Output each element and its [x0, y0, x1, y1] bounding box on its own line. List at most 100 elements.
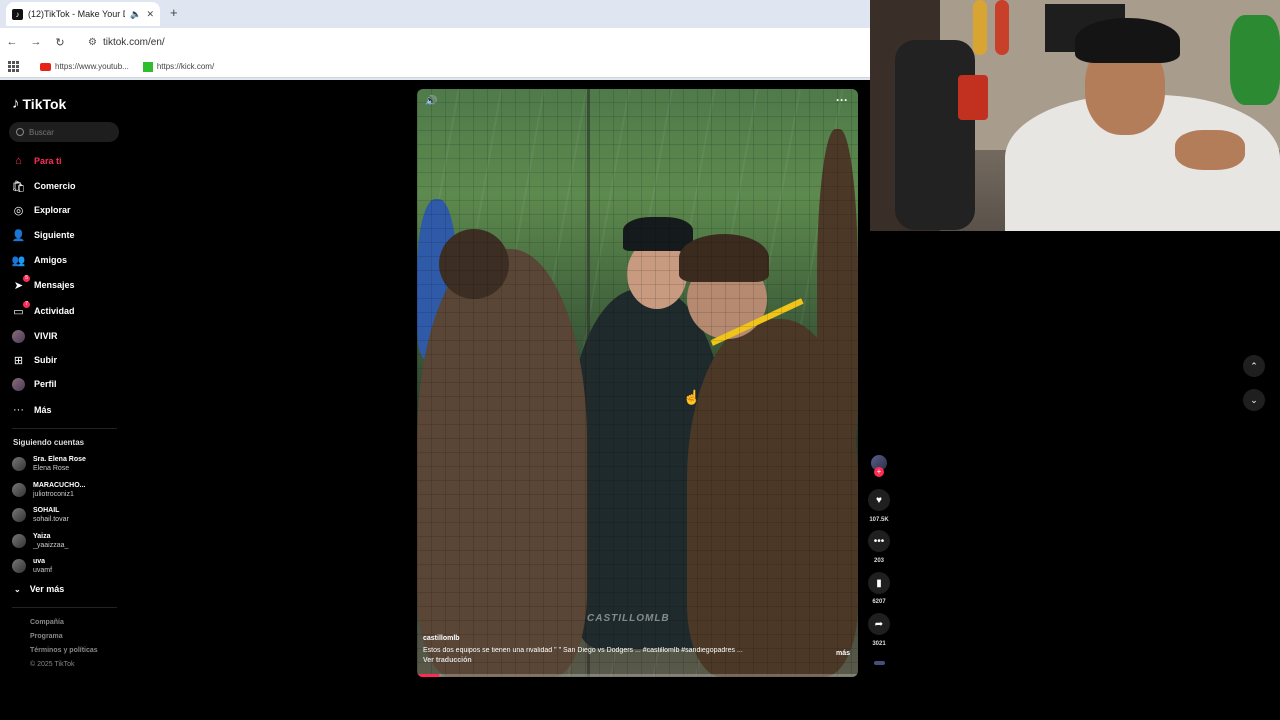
share-arrow-icon[interactable]: ➦ [868, 613, 890, 635]
apps-grid-icon[interactable] [8, 60, 20, 73]
caption-more-link[interactable]: más [836, 650, 850, 657]
account-name: SOHAIL [33, 507, 60, 514]
following-section-title: Siguiendo cuentas [13, 438, 85, 447]
logo-text: TikTok [22, 95, 67, 112]
nav-label: Comercio [34, 181, 76, 191]
like-heart-icon[interactable]: ♥ [868, 489, 890, 511]
nav-label: Amigos [34, 255, 68, 265]
nav-subir[interactable]: ⊞ Subir [12, 352, 57, 368]
nav-mensajes[interactable]: ➤ 5 Mensajes [12, 274, 75, 293]
nav-label: VIVIR [34, 331, 58, 341]
webcam-skateboard [973, 0, 987, 55]
webcam-green-figure [1230, 15, 1280, 105]
video-player[interactable]: CASTILLOMLB 🔊 ··· ☝ castillomlb Estos do… [417, 89, 858, 677]
search-icon [16, 128, 24, 136]
nav-perfil[interactable]: Perfil [12, 376, 57, 392]
video-watermark: CASTILLOMLB [587, 613, 670, 624]
following-icon: 👤 [11, 229, 26, 242]
tiktok-favicon-icon: ♪ [12, 8, 23, 20]
like-count: 107.5K [869, 517, 889, 523]
see-more-label: Ver más [29, 584, 65, 594]
bookmark-icon[interactable]: ▮ [868, 572, 890, 594]
nav-siguiente[interactable]: 👤 Siguiente [12, 227, 75, 243]
nav-label: Explorar [34, 205, 71, 215]
account-name: Sra. Elena Rose [33, 456, 86, 463]
see-translation-link[interactable]: Ver traducción [423, 657, 853, 664]
account-name: Yaiza [33, 533, 51, 540]
see-more-button[interactable]: ⌄ Ver más [14, 584, 64, 594]
forward-icon[interactable]: → [24, 36, 48, 48]
comment-icon[interactable]: ••• [868, 530, 890, 552]
video-progress-bar[interactable] [417, 674, 858, 677]
account-handle: juliotroconiz1 [33, 491, 74, 498]
nav-actividad[interactable]: ▭ 7 Actividad [12, 300, 75, 319]
shop-icon: 🛍 [11, 180, 26, 193]
new-tab-icon[interactable]: + [170, 5, 178, 20]
site-info-icon[interactable]: ⚙ [88, 37, 97, 48]
footer-company[interactable]: Compañía [30, 619, 64, 626]
more-icon: ··· [13, 404, 24, 416]
account-handle: Elena Rose [33, 465, 70, 472]
nav-label: Actividad [34, 306, 75, 316]
bookmark-label: https://kick.com/ [156, 62, 215, 71]
search-input[interactable]: Buscar [9, 122, 119, 142]
next-video-chevron-down-icon[interactable]: ⌄ [1243, 389, 1265, 411]
following-account[interactable]: MARACUCHO... juliotroconiz1 [12, 481, 86, 499]
reload-icon[interactable]: ↻ [48, 36, 72, 49]
following-account[interactable]: Sra. Elena Rose Elena Rose [12, 455, 86, 473]
footer-terms[interactable]: Términos y políticas [30, 647, 98, 654]
browser-toolbar: ← → ↻ ⚙ tiktok.com/en/ [0, 28, 870, 56]
following-account[interactable]: uva uvamf [12, 557, 52, 575]
video-frame-pole [587, 89, 590, 677]
account-avatar [12, 534, 26, 548]
kick-icon [142, 61, 153, 72]
nav-mas[interactable]: ··· Más [12, 402, 52, 418]
screen: ♪ (12)TikTok - Make Your Day 🔈 ✕ + ← → ↻… [0, 0, 1280, 720]
browser-tab-tiktok[interactable]: ♪ (12)TikTok - Make Your Day 🔈 ✕ [6, 2, 160, 26]
back-icon[interactable]: ← [0, 36, 24, 48]
video-progress-fill [417, 674, 440, 677]
chevron-down-icon: ⌄ [14, 584, 21, 594]
nav-vivir[interactable]: VIVIR [12, 328, 58, 344]
follow-plus-icon[interactable]: + [874, 467, 884, 477]
nav-comercio[interactable]: 🛍 Comercio [12, 178, 76, 194]
video-description: Estos dos equipos se tienen una rivalida… [423, 647, 743, 654]
tab-title: (12)TikTok - Make Your Day [28, 9, 125, 19]
video-more-menu-icon[interactable]: ··· [836, 93, 848, 107]
upload-icon: ⊞ [13, 354, 24, 367]
following-account[interactable]: Yaiza _yaaizzaa_ [12, 532, 68, 550]
activity-badge: 7 [23, 300, 30, 308]
comment-count: 203 [873, 558, 884, 564]
save-count: 6207 [872, 599, 886, 605]
address-bar[interactable]: ⚙ tiktok.com/en/ [82, 32, 862, 52]
tab-audio-icon[interactable]: 🔈 [130, 9, 141, 20]
bookmark-youtube[interactable]: https://www.youtub... [40, 62, 129, 71]
browser-chrome: ♪ (12)TikTok - Make Your Day 🔈 ✕ + ← → ↻… [0, 0, 870, 80]
nav-para-ti[interactable]: ⌂ Para ti [12, 153, 61, 169]
video-author[interactable]: castillomlb [423, 635, 853, 642]
bookmark-kick[interactable]: https://kick.com/ [142, 61, 215, 72]
volume-icon[interactable]: 🔊 [425, 96, 437, 107]
nav-amigos[interactable]: 👥 Amigos [12, 252, 67, 268]
share-count: 3021 [872, 641, 886, 647]
footer-program[interactable]: Programa [30, 633, 63, 640]
nav-label: Perfil [34, 379, 57, 389]
nav-label: Siguiente [34, 230, 75, 240]
music-disc-icon[interactable] [874, 661, 885, 665]
live-icon [12, 329, 25, 343]
tiktok-logo[interactable]: ♪ TikTok [12, 95, 66, 112]
home-icon: ⌂ [15, 155, 22, 167]
previous-video-chevron-up-icon[interactable]: ⌃ [1243, 355, 1265, 377]
nav-explorar[interactable]: ◎ Explorar [12, 202, 71, 218]
youtube-icon [40, 62, 51, 71]
profile-avatar [12, 377, 25, 391]
sidebar-divider [12, 607, 117, 608]
account-avatar [12, 457, 26, 471]
following-account[interactable]: SOHAIL sohail.tovar [12, 506, 69, 524]
tab-close-icon[interactable]: ✕ [146, 9, 154, 20]
nav-label: Subir [34, 355, 58, 365]
tiktok-sidebar: ♪ TikTok Buscar ⌂ Para ti 🛍 Comercio ◎ E… [0, 80, 125, 720]
search-placeholder: Buscar [29, 127, 54, 137]
sidebar-divider [12, 428, 117, 429]
video-frame-net [417, 89, 858, 677]
